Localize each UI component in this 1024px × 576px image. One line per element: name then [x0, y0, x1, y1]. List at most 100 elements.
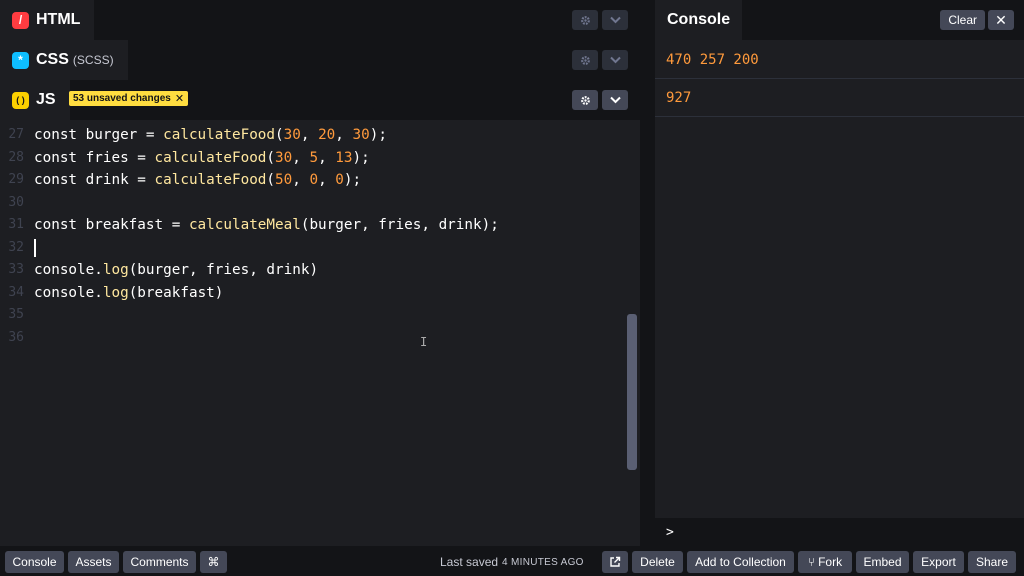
- js-icon: ( ): [12, 91, 29, 109]
- code-token: const breakfast =: [34, 217, 189, 233]
- gear-icon: [580, 15, 590, 25]
- code-token: 0: [335, 172, 344, 188]
- gear-icon: [580, 95, 590, 105]
- code-token: 50: [275, 172, 293, 188]
- editor-column: / HTML * CSS (SCSS) () JS 53 unsaved ch…: [0, 0, 640, 546]
- line-number: 30: [8, 194, 24, 210]
- line-number: 28: [8, 149, 24, 165]
- code-token: ,: [318, 149, 336, 166]
- code-line[interactable]: 36: [0, 327, 627, 350]
- css-collapse-button[interactable]: [602, 50, 628, 70]
- code-line[interactable]: 29 const drink = calculateFood(50, 0, 0);: [0, 169, 627, 192]
- console-panel: Console Clear ✕ 470 257 200 927 >: [655, 0, 1024, 546]
- comments-button[interactable]: Comments: [123, 551, 196, 573]
- console-log-entry: 470 257 200: [655, 41, 1024, 79]
- fork-label: Fork: [818, 555, 843, 569]
- html-icon: /: [12, 11, 29, 29]
- code-text: const breakfast = calculateMeal(burger, …: [34, 214, 499, 237]
- code-line[interactable]: 33 console.log(burger, fries, drink): [0, 259, 627, 282]
- css-tab[interactable]: * CSS (SCSS): [0, 40, 128, 80]
- unsaved-changes-label: 53 unsaved changes: [73, 93, 171, 104]
- code-line[interactable]: 27 const burger = calculateFood(30, 20, 3…: [0, 124, 627, 147]
- code-token: (: [266, 172, 276, 188]
- clear-console-button[interactable]: Clear: [940, 10, 985, 30]
- fork-button[interactable]: ⑂ Fork: [798, 551, 852, 573]
- fork-icon: ⑂: [807, 555, 816, 569]
- chevron-down-icon: [609, 96, 621, 104]
- code-token: calculateFood: [154, 149, 267, 166]
- command-icon: ⌘: [207, 555, 220, 569]
- share-button[interactable]: Share: [968, 551, 1016, 573]
- code-line[interactable]: 32: [0, 237, 627, 260]
- code-token: (: [275, 127, 284, 143]
- code-token: const drink =: [34, 172, 155, 188]
- code-line[interactable]: 30: [0, 192, 627, 215]
- embed-button[interactable]: Embed: [856, 551, 909, 573]
- unsaved-changes-badge[interactable]: 53 unsaved changes ✕: [69, 91, 189, 106]
- last-saved-time: 4 MINUTES AGO: [502, 556, 584, 568]
- close-icon: ✕: [995, 11, 1007, 28]
- html-tab[interactable]: / HTML: [0, 0, 95, 40]
- code-token: 30: [352, 127, 370, 143]
- js-code-editor[interactable]: 27 const burger = calculateFood(30, 20, 3…: [0, 124, 627, 349]
- code-text: const drink = calculateFood(50, 0, 0);: [34, 169, 361, 192]
- line-number: 36: [8, 329, 24, 345]
- line-number: 33: [8, 262, 24, 277]
- code-token: ,: [335, 127, 353, 143]
- code-token: (burger, fries, drink);: [300, 217, 499, 233]
- html-collapse-button[interactable]: [602, 10, 628, 30]
- line-number: 32: [8, 239, 24, 255]
- code-token: (breakfast): [128, 284, 224, 301]
- line-number: 29: [8, 172, 24, 187]
- js-tab[interactable]: ( ) JS: [0, 80, 70, 120]
- chevron-down-icon: [609, 16, 621, 24]
- code-token: );: [352, 149, 370, 166]
- html-tab-label: HTML: [36, 11, 81, 28]
- open-external-button[interactable]: [602, 551, 628, 573]
- close-console-button[interactable]: ✕: [988, 10, 1014, 30]
- code-text: const fries = calculateFood(30, 5, 13);: [34, 147, 370, 170]
- assets-button[interactable]: Assets: [68, 551, 119, 573]
- console-title: Console: [655, 0, 743, 40]
- code-token: 0: [309, 172, 319, 188]
- last-saved-label: Last saved: [440, 555, 499, 569]
- code-token: console.: [34, 284, 103, 301]
- code-line[interactable]: 28 const fries = calculateFood(30, 5, 13)…: [0, 147, 627, 170]
- console-input[interactable]: >: [655, 518, 1024, 546]
- css-panel-header: * CSS (SCSS): [0, 40, 640, 80]
- js-collapse-button[interactable]: [602, 90, 628, 110]
- code-token: ,: [292, 172, 310, 188]
- close-icon[interactable]: ✕: [175, 92, 184, 105]
- gear-icon: [580, 55, 590, 65]
- export-button[interactable]: Export: [913, 551, 964, 573]
- code-token: 20: [318, 127, 336, 143]
- code-token: 30: [275, 149, 293, 166]
- code-line[interactable]: 34 console.log(breakfast): [0, 282, 627, 305]
- js-settings-button[interactable]: [572, 90, 598, 110]
- html-settings-button[interactable]: [572, 10, 598, 30]
- add-to-collection-button[interactable]: Add to Collection: [687, 551, 794, 573]
- code-line[interactable]: 31 const breakfast = calculateMeal(burger…: [0, 214, 627, 237]
- code-token: );: [343, 172, 362, 188]
- code-text: [34, 237, 36, 260]
- keyboard-shortcuts-button[interactable]: ⌘: [200, 551, 227, 573]
- delete-button[interactable]: Delete: [632, 551, 683, 573]
- code-token: 5: [309, 149, 319, 166]
- codepen-editor: / HTML * CSS (SCSS) () JS 53 unsaved ch…: [0, 0, 1024, 576]
- code-token: const burger =: [34, 127, 164, 143]
- code-token: const fries =: [34, 149, 155, 166]
- css-settings-button[interactable]: [572, 50, 598, 70]
- console-button[interactable]: Console: [5, 551, 64, 573]
- line-number: 35: [8, 307, 24, 322]
- code-line[interactable]: 35: [0, 304, 627, 327]
- css-preprocessor-label: (SCSS): [72, 53, 114, 67]
- line-number: 31: [8, 217, 24, 232]
- code-token: (burger, fries, drink): [128, 262, 319, 278]
- code-token: log: [102, 284, 129, 301]
- js-tab-label: JS: [36, 91, 56, 108]
- code-token: ,: [318, 172, 336, 188]
- editor-scrollbar[interactable]: [627, 314, 637, 470]
- text-cursor-icon: I: [420, 335, 428, 349]
- css-icon: *: [12, 51, 29, 69]
- chevron-down-icon: [609, 56, 621, 64]
